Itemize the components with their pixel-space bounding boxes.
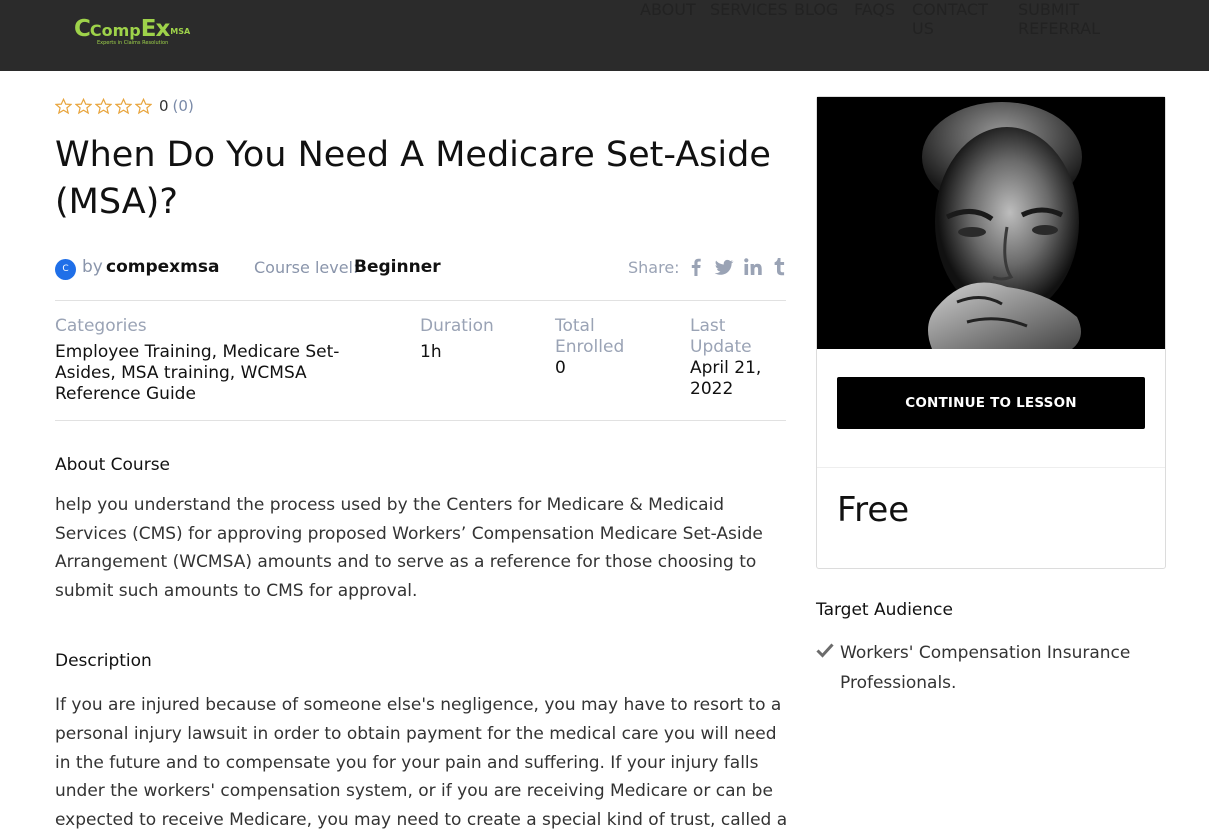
last-update-label: Last Update [690,316,752,357]
course-level-label: Course level: [254,258,359,277]
nav-item-blog[interactable]: BLOG [794,0,838,71]
logo-text-part2: Ex [140,16,171,42]
about-heading: About Course [55,455,171,475]
by-label: by [82,257,103,277]
star-outline-icon [75,97,92,114]
nav-item-label: CONTACT US [912,0,988,38]
nav-item-faqs[interactable]: FAQS [854,0,896,71]
star-outline-icon [115,97,132,114]
duration-label: Duration [420,316,494,336]
nav-item-label: FAQS [854,0,896,19]
site-header: CCompExMSA Experts in Claims Resolution … [0,0,1209,71]
duration-value: 1h [420,342,442,362]
logo-suffix: MSA [170,27,191,36]
duration-block: Duration 1h [420,316,530,363]
rating-count: (0) [172,97,194,115]
star-outline-icon [135,97,152,114]
description-heading: Description [55,651,152,671]
nav-item-label: BLOG [794,0,839,19]
nav-item-about[interactable]: ABOUT [640,0,696,71]
portrait-image [817,97,1165,349]
last-update-block: Last Update April 21, 2022 [690,316,780,400]
course-meta-row: C by compexmsa Course level: Beginner Sh… [55,257,786,281]
divider [55,300,786,301]
divider [55,420,786,421]
logo-tagline: Experts in Claims Resolution [97,40,169,46]
tumblr-icon[interactable] [772,257,786,277]
twitter-icon[interactable] [714,257,734,277]
last-update-value: April 21, 2022 [690,358,762,399]
author-avatar[interactable]: C [55,259,76,280]
nav-item-label: SUBMIT REFERRAL [1018,0,1100,38]
about-text: help you understand the process used by … [55,495,763,601]
categories-block: Categories Employee Training, Medicare S… [55,316,355,405]
nav-item-label: ABOUT [640,0,696,19]
linkedin-icon[interactable] [743,257,763,277]
description-text: If you are injured because of someone el… [55,695,788,830]
enroll-card: CONTINUE TO LESSON Free [816,96,1166,569]
categories-label: Categories [55,316,147,336]
star-outline-icon [55,97,72,114]
enrolled-block: Total Enrolled 0 [555,316,655,379]
target-audience-heading: Target Audience [816,600,953,620]
divider [817,467,1165,468]
course-rating: 0 (0) [55,97,194,115]
nav-item-contact-us[interactable]: CONTACT US [912,0,1000,71]
share-label: Share: [628,258,680,277]
course-thumbnail [817,97,1165,349]
facebook-icon[interactable] [687,257,705,277]
enrolled-label: Total Enrolled [555,316,625,357]
nav-item-label: SERVICES [710,0,788,19]
nav-item-submit-referral[interactable]: SUBMIT REFERRAL [1018,0,1142,71]
course-price: Free [837,490,910,530]
continue-to-lesson-button[interactable]: CONTINUE TO LESSON [837,377,1145,429]
share-icons [687,257,786,277]
logo-text-part1: Comp [89,21,141,40]
checkmark-icon [816,643,834,658]
course-level-value: Beginner [354,257,441,277]
site-logo[interactable]: CCompExMSA Experts in Claims Resolution [74,18,204,52]
course-title: When Do You Need A Medicare Set-Aside (M… [55,135,771,222]
rating-value: 0 [159,97,169,115]
nav-item-services[interactable]: SERVICES [710,0,788,71]
star-outline-icon [95,97,112,114]
author-link[interactable]: compexmsa [106,257,219,277]
target-audience-item: Workers' Compensation Insurance Professi… [840,643,1131,693]
categories-value: Employee Training, Medicare Set-Asides, … [55,342,340,404]
enrolled-value: 0 [555,358,566,378]
